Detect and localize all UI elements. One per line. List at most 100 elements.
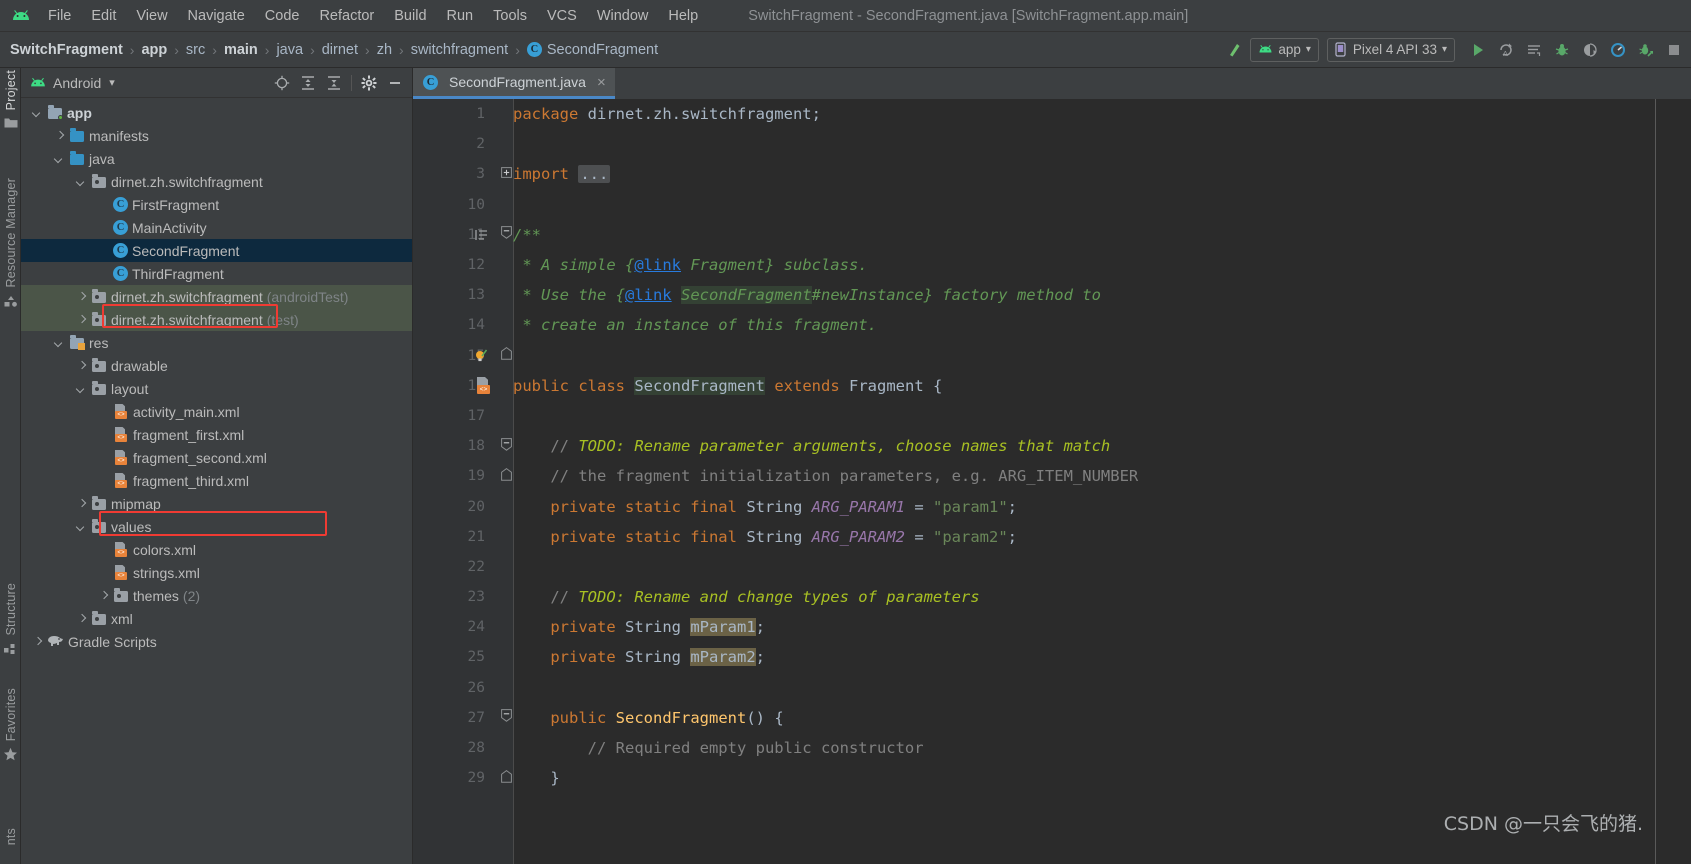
- fold-collapse-icon[interactable]: [499, 226, 513, 243]
- tree-item-layout[interactable]: layout: [21, 377, 412, 400]
- breadcrumb-item-zh[interactable]: zh: [377, 42, 392, 58]
- sidebar-item-build-variants[interactable]: nts: [0, 828, 21, 845]
- expand-all-icon[interactable]: [295, 70, 321, 96]
- play-icon[interactable]: [1465, 37, 1491, 63]
- chevron-right-icon[interactable]: [97, 589, 110, 602]
- coverage-icon[interactable]: [1577, 37, 1603, 63]
- menu-item-build[interactable]: Build: [384, 5, 436, 27]
- tree-item-dirnet-zh-switchfragment[interactable]: dirnet.zh.switchfragment (test): [21, 308, 412, 331]
- chevron-right-icon[interactable]: [75, 313, 88, 326]
- fold-collapse-icon[interactable]: [499, 709, 513, 726]
- profiler-gauge-icon[interactable]: [1605, 37, 1631, 63]
- project-tree[interactable]: app manifests java dirnet.zh.switchfragment…: [21, 98, 412, 864]
- menu-item-file[interactable]: File: [38, 5, 81, 27]
- tree-item-activity-main-xml[interactable]: <> activity_main.xml: [21, 400, 412, 423]
- stop-square-icon[interactable]: [1661, 37, 1687, 63]
- fold-region-end-icon[interactable]: [499, 769, 513, 787]
- chevron-right-icon[interactable]: [75, 497, 88, 510]
- fold-expand-icon[interactable]: [499, 167, 513, 182]
- code-line[interactable]: 27 public SecondFragment() {: [413, 703, 1691, 733]
- code-line[interactable]: 11/**: [413, 220, 1691, 250]
- attach-debugger-icon[interactable]: [1633, 37, 1659, 63]
- hammer-icon[interactable]: [1222, 37, 1248, 63]
- chevron-right-icon[interactable]: [53, 129, 66, 142]
- tree-item-xml[interactable]: xml: [21, 607, 412, 630]
- code-line[interactable]: 3 import ...: [413, 159, 1691, 189]
- code-line[interactable]: 16<>public class SecondFragment extends …: [413, 371, 1691, 401]
- chevron-down-icon[interactable]: [75, 382, 88, 395]
- tree-item-fragment-second-xml[interactable]: <> fragment_second.xml: [21, 446, 412, 469]
- tree-item-values[interactable]: values: [21, 515, 412, 538]
- tree-item-strings-xml[interactable]: <> strings.xml: [21, 561, 412, 584]
- breadcrumb-item-dirnet[interactable]: dirnet: [322, 42, 358, 58]
- code-line[interactable]: 15: [413, 341, 1691, 371]
- tree-item-dirnet-zh-switchfragment[interactable]: dirnet.zh.switchfragment: [21, 170, 412, 193]
- code-line[interactable]: 14 * create an instance of this fragment…: [413, 310, 1691, 340]
- chevron-down-icon[interactable]: [53, 152, 66, 165]
- menu-item-run[interactable]: Run: [437, 5, 484, 27]
- code-line[interactable]: 13 * Use the {@link SecondFragment#newIn…: [413, 280, 1691, 310]
- menu-item-navigate[interactable]: Navigate: [178, 5, 255, 27]
- device-selector[interactable]: Pixel 4 API 33 ▾: [1326, 37, 1455, 62]
- menu-item-window[interactable]: Window: [587, 5, 659, 27]
- code-line[interactable]: 20 private static final String ARG_PARAM…: [413, 491, 1691, 521]
- chevron-down-icon[interactable]: [75, 175, 88, 188]
- code-line[interactable]: 2: [413, 129, 1691, 159]
- tree-item-fragment-first-xml[interactable]: <> fragment_first.xml: [21, 423, 412, 446]
- tree-item-thirdfragment[interactable]: C ThirdFragment: [21, 262, 412, 285]
- logcat-icon[interactable]: [1521, 37, 1547, 63]
- tree-item-java[interactable]: java: [21, 147, 412, 170]
- fold-collapse-icon[interactable]: [499, 437, 513, 455]
- breadcrumb-item-app[interactable]: app: [141, 42, 167, 58]
- breadcrumb-item-src[interactable]: src: [186, 42, 205, 58]
- fold-region-end-icon[interactable]: [499, 467, 513, 485]
- tab-second-fragment-java[interactable]: C SecondFragment.java ×: [413, 68, 615, 99]
- code-line[interactable]: 22: [413, 552, 1691, 582]
- code-line[interactable]: 24 private String mParam1;: [413, 612, 1691, 642]
- sidebar-item-favorites[interactable]: Favorites: [0, 688, 21, 767]
- related-xml-icon[interactable]: <>: [468, 376, 496, 395]
- menu-item-vcs[interactable]: VCS: [537, 5, 587, 27]
- code-line[interactable]: 25 private String mParam2;: [413, 642, 1691, 672]
- code-line[interactable]: 19 // the fragment initialization parame…: [413, 461, 1691, 491]
- code-line[interactable]: 12 * A simple {@link Fragment} subclass.: [413, 250, 1691, 280]
- close-icon[interactable]: ×: [597, 74, 606, 91]
- tree-item-dirnet-zh-switchfragment[interactable]: dirnet.zh.switchfragment (androidTest): [21, 285, 412, 308]
- code-editor[interactable]: 1 package dirnet.zh.switchfragment; 2 3 impo…: [413, 99, 1691, 864]
- apply-changes-icon[interactable]: A: [1493, 37, 1519, 63]
- code-line[interactable]: 1 package dirnet.zh.switchfragment;: [413, 99, 1691, 129]
- tree-item-fragment-third-xml[interactable]: <> fragment_third.xml: [21, 469, 412, 492]
- menu-item-code[interactable]: Code: [255, 5, 310, 27]
- menu-item-view[interactable]: View: [126, 5, 177, 27]
- code-line[interactable]: 10: [413, 190, 1691, 220]
- code-line[interactable]: 23 // TODO: Rename and change types of p…: [413, 582, 1691, 612]
- sidebar-item-resource-manager[interactable]: Resource Manager: [0, 178, 21, 312]
- chevron-down-icon[interactable]: ▾: [109, 76, 115, 89]
- debug-bug-icon[interactable]: [1549, 37, 1575, 63]
- chevron-down-icon[interactable]: [31, 106, 44, 119]
- breadcrumb-item-main[interactable]: main: [224, 42, 258, 58]
- code-line[interactable]: 21 private static final String ARG_PARAM…: [413, 522, 1691, 552]
- chevron-right-icon[interactable]: [75, 290, 88, 303]
- tree-item-mainactivity[interactable]: C MainActivity: [21, 216, 412, 239]
- tree-item-drawable[interactable]: drawable: [21, 354, 412, 377]
- target-crosshair-icon[interactable]: [269, 70, 295, 96]
- collapse-all-icon[interactable]: [321, 70, 347, 96]
- code-line[interactable]: 26: [413, 673, 1691, 703]
- breadcrumb-item-switchfragment[interactable]: SwitchFragment: [10, 42, 123, 58]
- fold-region-end-icon[interactable]: [499, 347, 513, 364]
- breadcrumb-item-java[interactable]: java: [276, 42, 303, 58]
- sidebar-item-project[interactable]: Project: [0, 70, 21, 133]
- chevron-right-icon[interactable]: [31, 635, 44, 648]
- gear-icon[interactable]: [356, 70, 382, 96]
- code-line[interactable]: 28 // Required empty public constructor: [413, 733, 1691, 763]
- tree-item-manifests[interactable]: manifests: [21, 124, 412, 147]
- tree-item-secondfragment[interactable]: C SecondFragment: [21, 239, 412, 262]
- tree-item-gradle-scripts[interactable]: Gradle Scripts: [21, 630, 412, 653]
- chevron-down-icon[interactable]: [53, 336, 66, 349]
- chevron-down-icon[interactable]: [75, 520, 88, 533]
- chevron-right-icon[interactable]: [75, 359, 88, 372]
- tree-item-themes[interactable]: themes (2): [21, 584, 412, 607]
- menu-item-help[interactable]: Help: [658, 5, 708, 27]
- breadcrumb-item-switchfragment[interactable]: switchfragment: [411, 42, 509, 58]
